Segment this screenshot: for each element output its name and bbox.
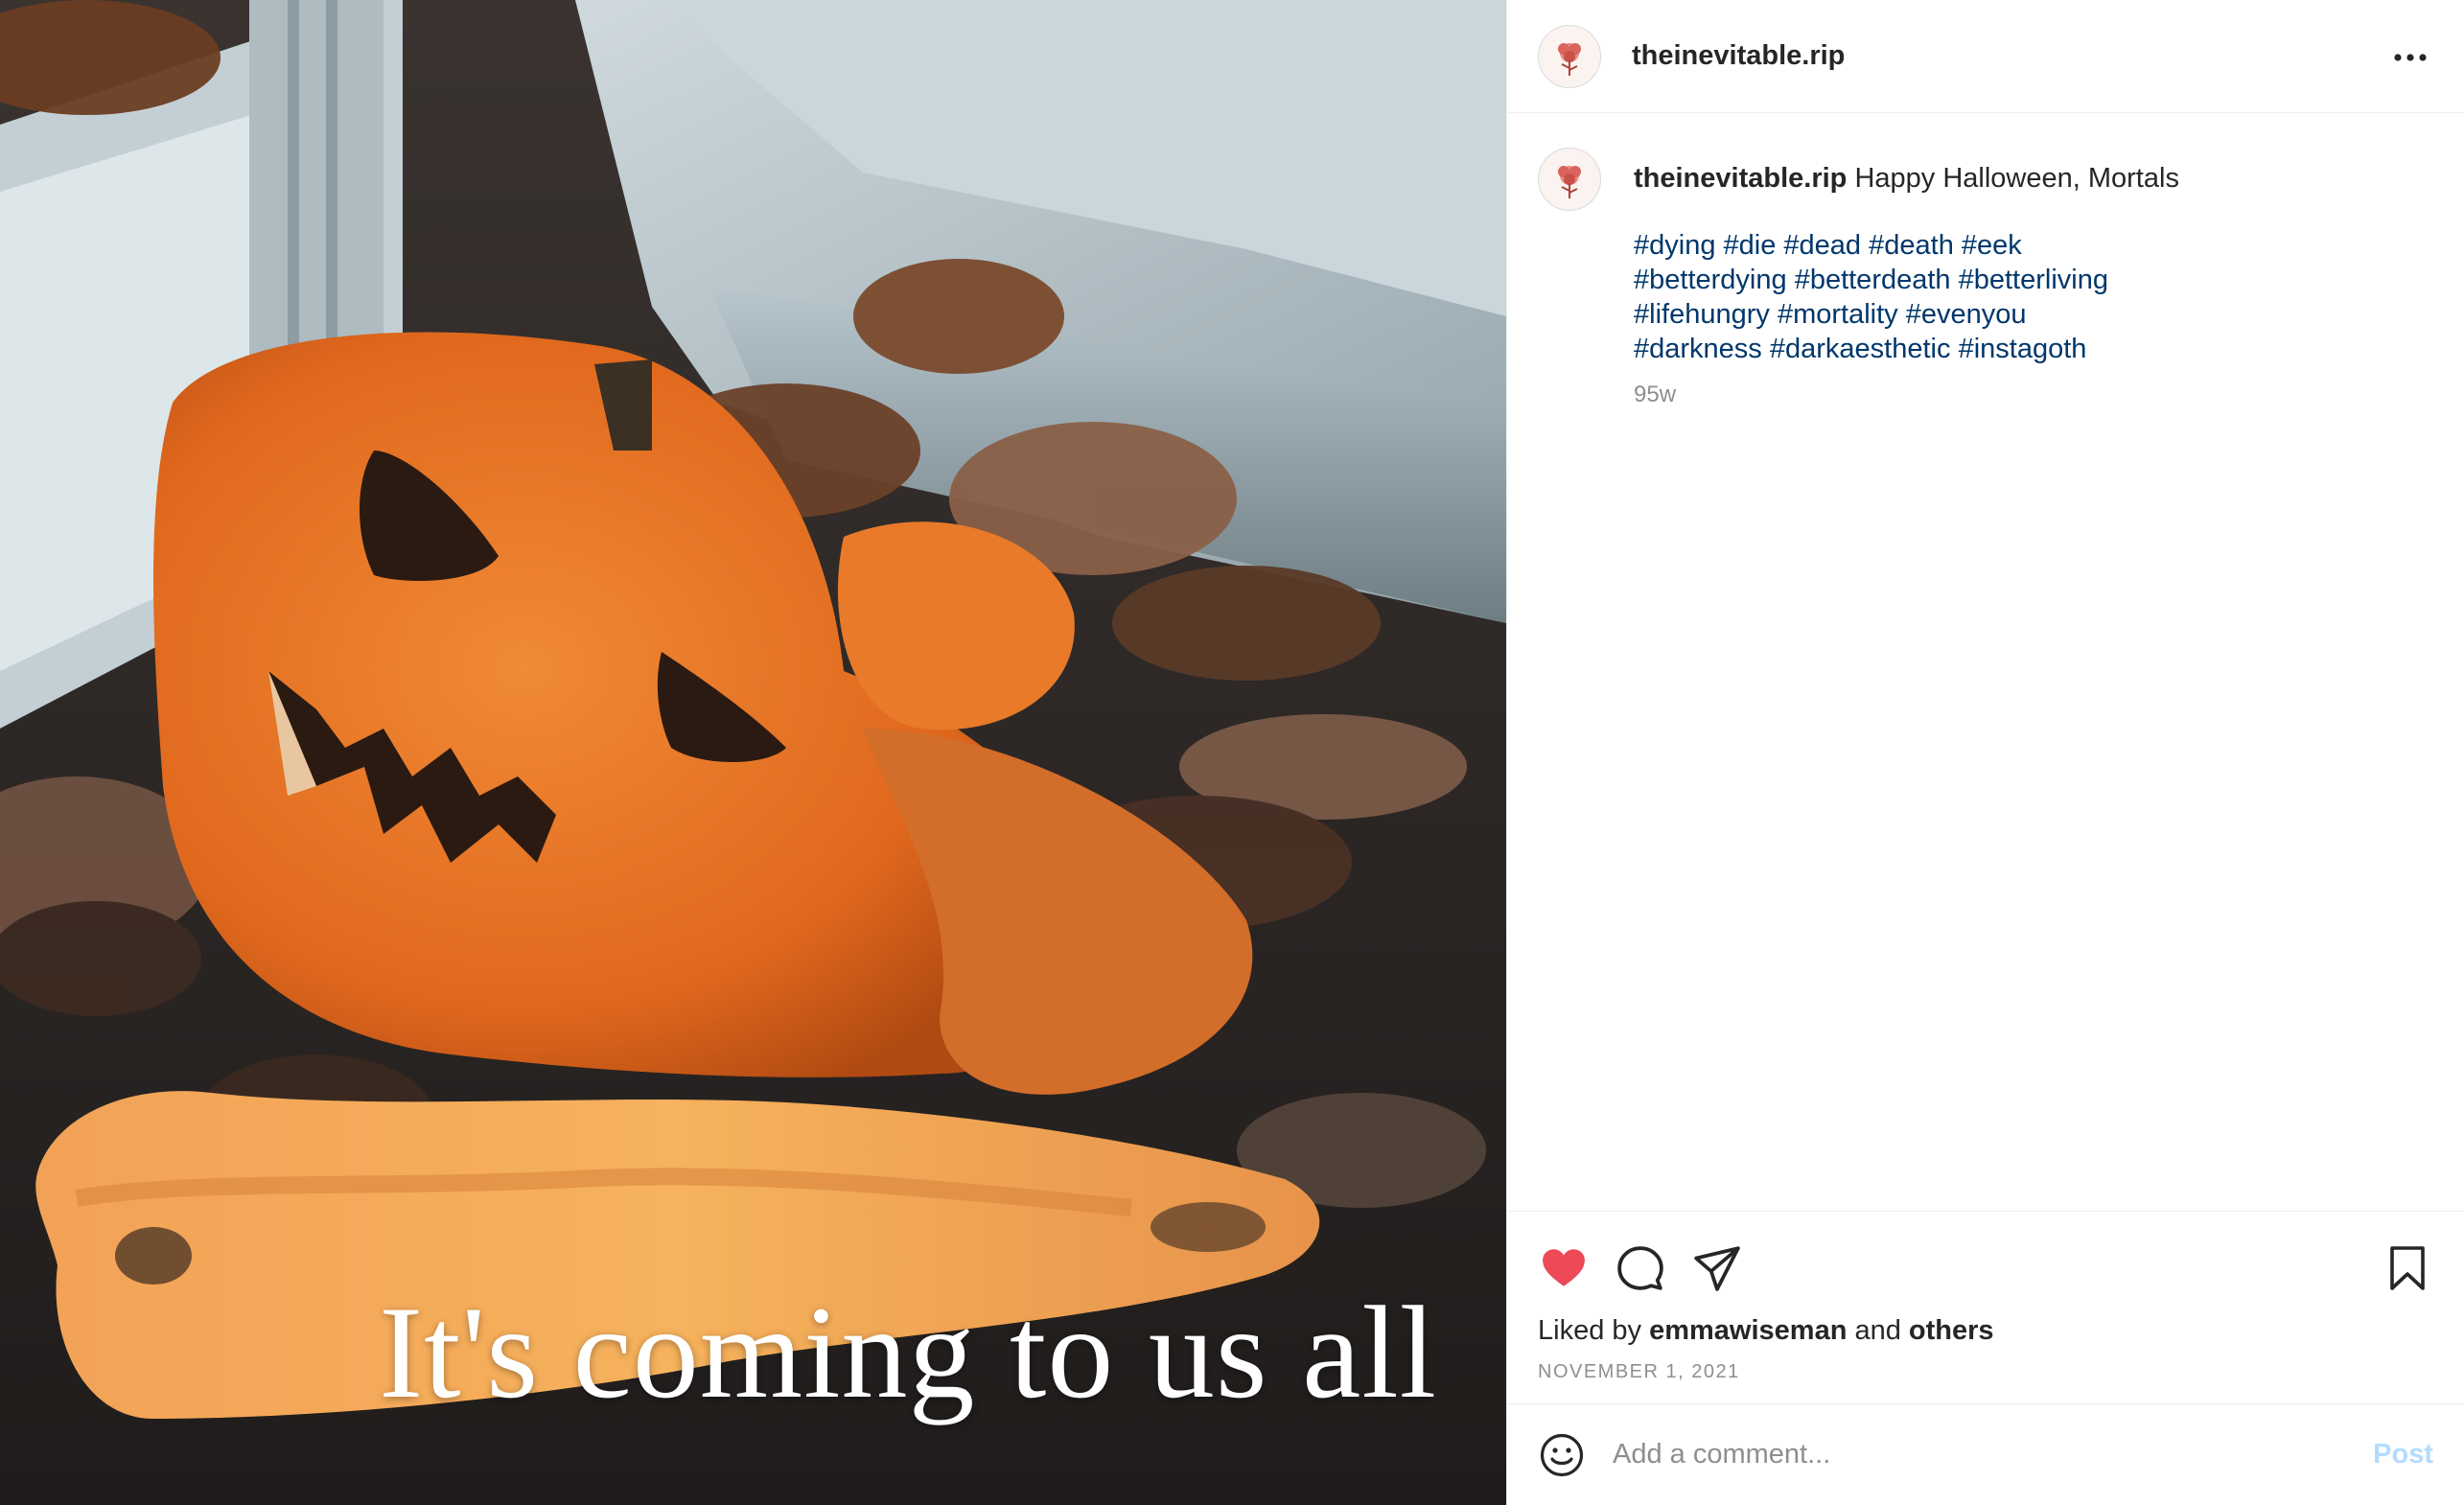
- post-comment-button[interactable]: Post: [2373, 1439, 2433, 1470]
- avatar[interactable]: [1538, 24, 1601, 88]
- like-button[interactable]: [1538, 1242, 1590, 1294]
- profile-flower-icon: [1558, 166, 1581, 198]
- hashtag-line: #dying #die #dead #death #eek: [1634, 228, 2179, 263]
- hashtag-link[interactable]: #darkness: [1634, 334, 1762, 364]
- hashtag-link[interactable]: #die: [1724, 230, 1777, 261]
- hashtag-link[interactable]: #lifehungry: [1634, 299, 1770, 330]
- hashtag-link[interactable]: #betterliving: [1959, 265, 2108, 295]
- hashtag-link[interactable]: #dead: [1783, 230, 1861, 261]
- hashtag-list: #dying #die #dead #death #eek #betterdyi…: [1634, 228, 2179, 366]
- hashtag-link[interactable]: #mortality: [1778, 299, 1898, 330]
- hashtag-link[interactable]: #instagoth: [1959, 334, 2087, 364]
- actions-section: Liked by emmawiseman and others NOVEMBER…: [1507, 1211, 2464, 1403]
- likes-conjunction: and: [1854, 1315, 1901, 1346]
- emoji-button[interactable]: [1538, 1431, 1586, 1479]
- comment-button[interactable]: [1615, 1242, 1666, 1294]
- post-image[interactable]: It's coming to us all: [0, 0, 1506, 1505]
- hashtag-link[interactable]: #darkaesthetic: [1770, 334, 1951, 364]
- hashtag-line: #darkness #darkaesthetic #instagoth: [1634, 332, 2179, 366]
- caption-body: theinevitable.rip Happy Halloween, Morta…: [1634, 161, 2179, 412]
- action-icon-row: [1538, 1242, 2433, 1294]
- profile-flower-icon: [1558, 42, 1581, 76]
- comment-icon: [1617, 1246, 1663, 1290]
- hashtag-link[interactable]: #eek: [1962, 230, 2022, 261]
- post-sidebar: theinevitable.rip theinevitable.rip Happ…: [1506, 0, 2464, 1505]
- header-username-link[interactable]: theinevitable.rip: [1632, 40, 1845, 72]
- more-options-button[interactable]: [2391, 38, 2429, 77]
- likes-prefix: Liked by: [1538, 1315, 1642, 1346]
- liked-by-user-link[interactable]: emmawiseman: [1649, 1315, 1847, 1346]
- caption-username-link[interactable]: theinevitable.rip: [1634, 163, 1847, 194]
- caption-timestamp[interactable]: 95w: [1634, 378, 2179, 412]
- hashtag-line: #lifehungry #mortality #evenyou: [1634, 297, 2179, 332]
- comment-input[interactable]: [1611, 1438, 2286, 1471]
- caption-text: Happy Halloween, Mortals: [1854, 163, 2179, 194]
- likes-others-link[interactable]: others: [1909, 1315, 1994, 1346]
- hashtag-link[interactable]: #betterdying: [1634, 265, 1787, 295]
- hashtag-line: #betterdying #betterdeath #betterliving: [1634, 263, 2179, 297]
- caption-section: theinevitable.rip Happy Halloween, Morta…: [1507, 113, 2464, 1211]
- caption-avatar[interactable]: [1538, 148, 1601, 211]
- emoji-icon: [1540, 1433, 1584, 1476]
- save-button[interactable]: [2382, 1242, 2433, 1294]
- post-header: theinevitable.rip: [1507, 0, 2464, 113]
- heart-filled-icon: [1543, 1249, 1585, 1286]
- post-date[interactable]: NOVEMBER 1, 2021: [1538, 1361, 1740, 1383]
- post-modal: It's coming to us all theinevitable.rip: [0, 0, 2464, 1505]
- likes-summary: Liked by emmawiseman and others: [1538, 1315, 1994, 1347]
- image-caption-overlay: It's coming to us all: [379, 1279, 1437, 1425]
- comment-bar: Post: [1507, 1403, 2464, 1505]
- more-horizontal-icon: [2394, 54, 2427, 61]
- hashtag-link[interactable]: #dying: [1634, 230, 1715, 261]
- hashtag-link[interactable]: #evenyou: [1906, 299, 2027, 330]
- share-icon: [1694, 1246, 1740, 1291]
- share-button[interactable]: [1691, 1242, 1743, 1294]
- bookmark-icon: [2390, 1246, 2425, 1290]
- hashtag-link[interactable]: #death: [1869, 230, 1954, 261]
- hashtag-link[interactable]: #betterdeath: [1795, 265, 1951, 295]
